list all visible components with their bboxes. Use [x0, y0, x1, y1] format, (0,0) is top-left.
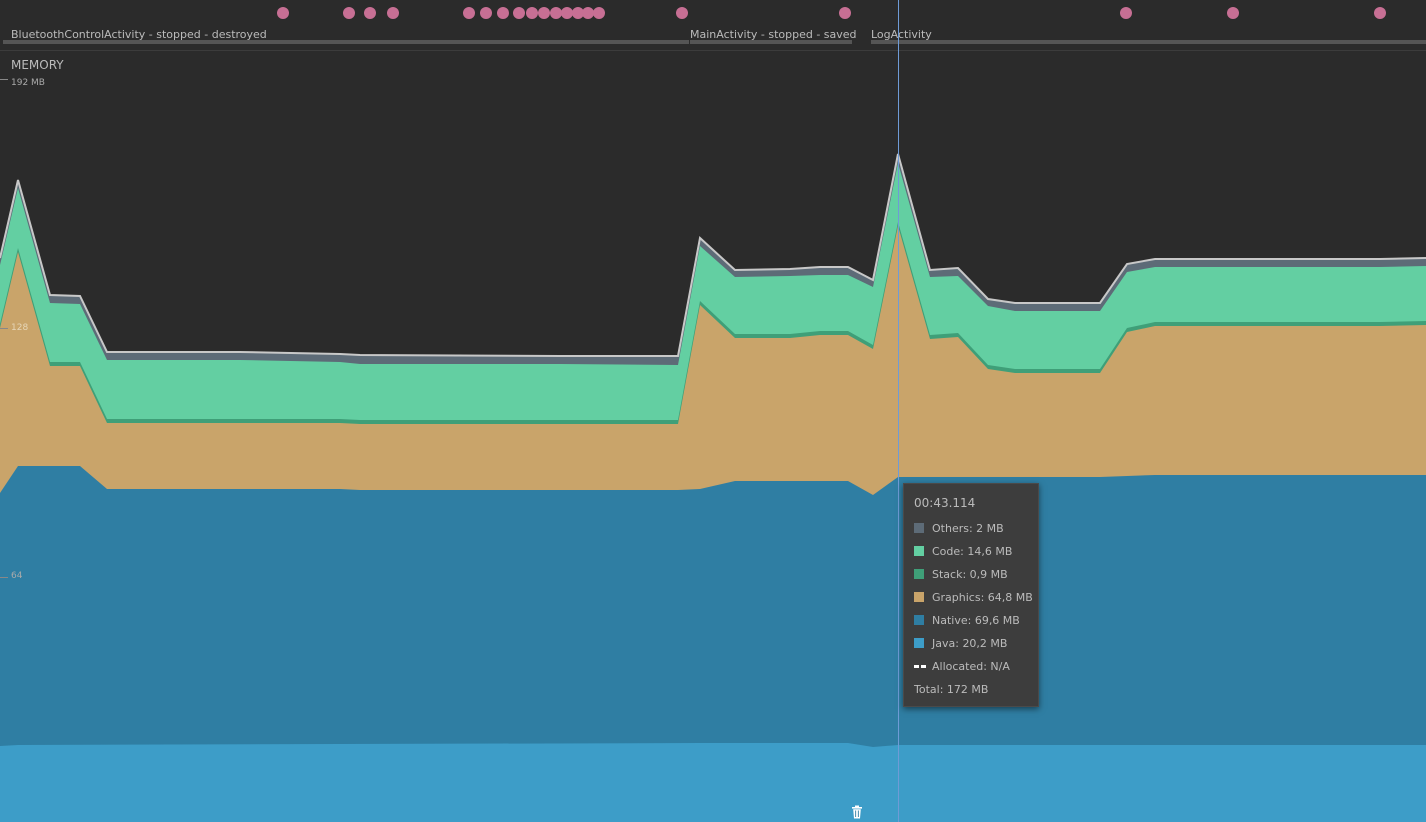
event-dot[interactable] [1374, 7, 1386, 19]
tick-mark [0, 79, 8, 80]
tooltip-row-label: Others: 2 MB [932, 521, 1004, 535]
event-dot[interactable] [387, 7, 399, 19]
event-dot[interactable] [593, 7, 605, 19]
event-dot[interactable] [343, 7, 355, 19]
tooltip-row-java: Java: 20,2 MB [914, 636, 1007, 650]
tooltip-row-native: Native: 69,6 MB [914, 613, 1020, 627]
tick-mark [0, 577, 8, 578]
activity-bar-main[interactable] [690, 40, 852, 44]
memory-tooltip: 00:43.114 Others: 2 MB Code: 14,6 MB Sta… [903, 483, 1039, 707]
timeline-cursor[interactable] [898, 0, 899, 822]
event-dot[interactable] [480, 7, 492, 19]
event-dot[interactable] [526, 7, 538, 19]
tooltip-row-label: Native: 69,6 MB [932, 613, 1020, 627]
trash-icon[interactable] [851, 805, 863, 819]
memory-chart[interactable] [0, 0, 1426, 822]
memory-title: MEMORY [11, 58, 64, 72]
event-dot[interactable] [463, 7, 475, 19]
event-timeline: BluetoothControlActivity - stopped - des… [0, 0, 1426, 50]
tooltip-row-graphics: Graphics: 64,8 MB [914, 590, 1033, 604]
tooltip-row-label: Graphics: 64,8 MB [932, 590, 1033, 604]
event-dot[interactable] [1120, 7, 1132, 19]
lane-divider [0, 50, 1426, 51]
legend-swatch [914, 638, 924, 648]
tooltip-row-stack: Stack: 0,9 MB [914, 567, 1008, 581]
event-dot[interactable] [538, 7, 550, 19]
event-dot[interactable] [364, 7, 376, 19]
java-area [0, 743, 1426, 822]
tooltip-row-label: Java: 20,2 MB [932, 636, 1008, 650]
legend-swatch [914, 569, 924, 579]
legend-swatch [914, 615, 924, 625]
legend-swatch [914, 592, 924, 602]
y-tick-label: 64 [11, 571, 23, 581]
event-dot[interactable] [497, 7, 509, 19]
event-dot[interactable] [1227, 7, 1239, 19]
tick-mark [0, 328, 8, 329]
legend-swatch [914, 546, 924, 556]
tooltip-row-others: Others: 2 MB [914, 521, 1004, 535]
event-dot[interactable] [277, 7, 289, 19]
tooltip-row-label: Allocated: N/A [932, 659, 1010, 673]
tooltip-row-allocated: Allocated: N/A [914, 659, 1010, 673]
tooltip-row-total: Total: 172 MB [914, 682, 988, 696]
tooltip-row-label: Total: 172 MB [914, 682, 989, 696]
event-dot[interactable] [676, 7, 688, 19]
tooltip-row-code: Code: 14,6 MB [914, 544, 1012, 558]
activity-bar-log[interactable] [871, 40, 1426, 44]
legend-swatch [914, 523, 924, 533]
tooltip-row-label: Stack: 0,9 MB [932, 567, 1008, 581]
tooltip-timestamp: 00:43.114 [914, 496, 976, 510]
event-dot[interactable] [513, 7, 525, 19]
event-dot[interactable] [839, 7, 851, 19]
y-tick-label: 128 [11, 323, 29, 333]
activity-bar-bluetooth[interactable] [3, 40, 689, 44]
tooltip-row-label: Code: 14,6 MB [932, 544, 1013, 558]
y-tick-label: 192 MB [11, 78, 45, 88]
dashed-line-icon [914, 664, 926, 668]
